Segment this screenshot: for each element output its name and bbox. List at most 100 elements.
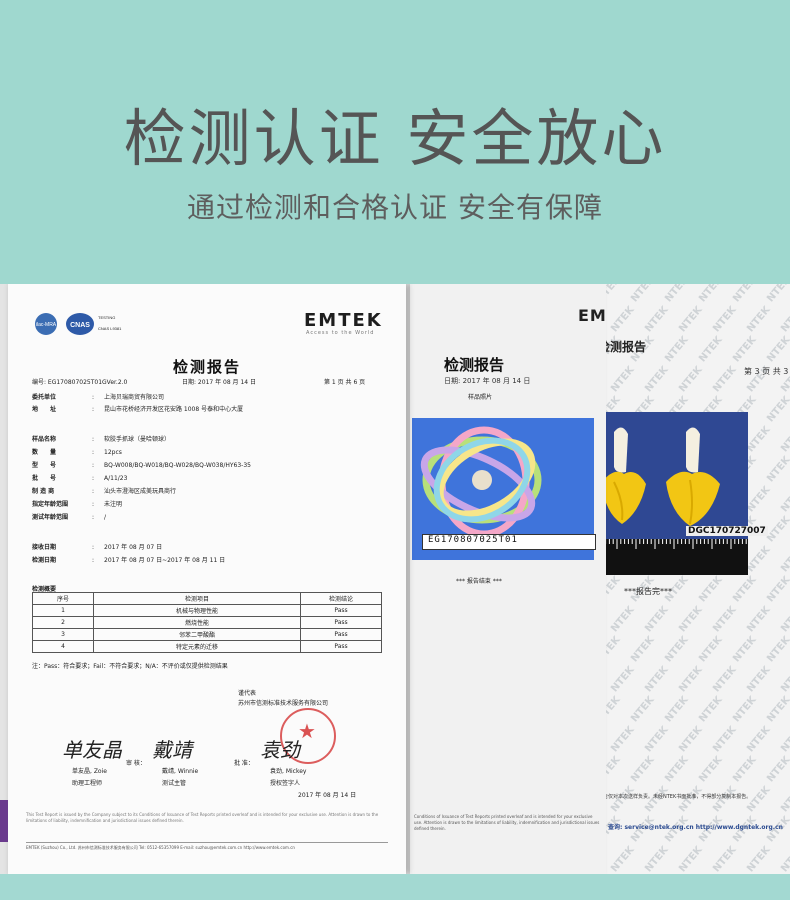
cnas-number: CNAS L9381 <box>98 326 122 331</box>
watermark-text: NTEK <box>765 574 790 605</box>
watermark-text: NTEK <box>711 844 739 874</box>
watermark-text: NTEK <box>663 634 691 665</box>
field-value: BQ-W008/BQ-W018/BQ-W028/BQ-W038/HY63-35 <box>104 462 251 469</box>
handwritten-signature: 戴靖 <box>152 738 192 762</box>
watermark-text: NTEK <box>711 604 739 635</box>
table-header: 序号 <box>32 592 94 605</box>
report-field: 指定年龄范围: 未注明 <box>32 499 122 508</box>
watermark-text: NTEK <box>643 364 671 395</box>
watermark-text: NTEK <box>697 754 725 785</box>
watermark-text: NTEK <box>779 724 790 755</box>
watermark-text: NTEK <box>731 334 759 365</box>
report-end-mark: *** 报告结束 *** <box>456 578 502 585</box>
report-field: 地 址: 昆山市花桥经济开发区花安路 1008 号泰和中心大厦 <box>32 404 243 413</box>
watermark-text: NTEK <box>745 304 773 335</box>
field-value: 未注明 <box>104 501 123 508</box>
watermark-text: NTEK <box>643 724 671 755</box>
emtek-logo: EMTEK <box>304 310 383 331</box>
field-key: 测试年龄范围 <box>32 514 69 521</box>
field-colon: : <box>92 475 95 482</box>
bottom-band <box>0 874 790 900</box>
field-colon: : <box>92 501 95 508</box>
field-value: / <box>104 514 107 521</box>
watermark-text: NTEK <box>677 724 705 755</box>
watermark-text: NTEK <box>711 364 739 395</box>
watermark-text: NTEK <box>779 604 790 635</box>
table-cell: 3 <box>32 628 94 641</box>
table-cell: 燃烧性能 <box>93 616 301 629</box>
report-field: 测试年龄范围: / <box>32 512 106 521</box>
watermark-text: NTEK <box>677 364 705 395</box>
watermark-text: NTEK <box>697 284 725 305</box>
watermark-text: NTEK <box>609 364 637 395</box>
signer-role: 测试主管 <box>162 780 187 787</box>
watermark-text: NTEK <box>643 304 671 335</box>
field-key: 指定年龄范围 <box>32 501 69 508</box>
watermark-text: NTEK <box>643 844 671 874</box>
watermark-text: NTEK <box>677 604 705 635</box>
accreditation-logos: ilac-MRA CNAS TESTING CNAS L9381 <box>34 310 144 342</box>
field-value: 软胶手抓球（曼哈顿球） <box>104 436 171 443</box>
field-colon: : <box>92 449 95 456</box>
table-cell: 2 <box>32 616 94 629</box>
sign-date: 2017 年 08 月 14 日 <box>298 792 357 799</box>
watermark-text: NTEK <box>779 544 790 575</box>
watermark-text: NTEK <box>663 284 691 305</box>
watermark-text: NTEK <box>643 664 671 695</box>
watermark-text: NTEK <box>643 604 671 635</box>
signer-role: 助理工程师 <box>72 780 103 787</box>
table-row: 4 特定元素的迁移 Pass <box>32 640 382 653</box>
signer-name: 袁劲, Mickey <box>270 768 307 775</box>
handwritten-signature: 单友晶 <box>62 738 122 762</box>
watermark-text: NTEK <box>731 754 759 785</box>
watermark-text: NTEK <box>779 664 790 695</box>
report-field: 数 量: 12pcs <box>32 447 122 456</box>
watermark-text: NTEK <box>677 844 705 874</box>
page-counter: 第 3 页 共 3 页 <box>744 367 790 376</box>
report-field: 制 造 商: 汕头市澄海区成美玩具商行 <box>32 486 176 495</box>
watermark-text: NTEK <box>677 664 705 695</box>
report-field: 检测日期: 2017 年 08 月 07 日~2017 年 08 月 11 日 <box>32 555 225 564</box>
field-key: 样品名称 <box>32 436 57 443</box>
watermark-text: NTEK <box>731 574 759 605</box>
report-number: 编号: EG170807025T01GVer.2.0 <box>32 379 128 386</box>
page-subtitle: 通过检测和合格认证 安全有保障 <box>187 191 603 224</box>
table-row: 3 邻苯二甲酸酯 Pass <box>32 628 382 641</box>
watermark-text: NTEK <box>779 304 790 335</box>
seal-star-icon: ★ <box>298 719 316 743</box>
watermark-text: NTEK <box>711 664 739 695</box>
watermark-text: NTEK <box>765 284 790 305</box>
watermark-text: NTEK <box>745 724 773 755</box>
field-key: 委托单位 <box>32 394 57 401</box>
field-colon: : <box>92 406 95 413</box>
table-cell: Pass <box>300 640 382 653</box>
watermark-text: NTEK <box>765 394 790 425</box>
report-end-mark: ***报告完*** <box>624 587 672 596</box>
table-cell: 4 <box>32 640 94 653</box>
watermark-text: NTEK <box>731 634 759 665</box>
watermark-text: NTEK <box>765 514 790 545</box>
field-colon: : <box>92 436 95 443</box>
signer-prefix: 审 核： <box>126 760 146 767</box>
field-value: 昆山市花桥经济开发区花安路 1008 号泰和中心大厦 <box>104 406 244 413</box>
field-value: 汕头市澄海区成美玩具商行 <box>104 488 177 495</box>
table-cell: 邻苯二甲酸酯 <box>93 628 301 641</box>
field-key: 制 造 商 <box>32 488 55 495</box>
table-cell: Pass <box>300 628 382 641</box>
field-colon: : <box>92 557 95 564</box>
field-key: 批 号 <box>32 475 57 482</box>
handwritten-signature: 袁劲 <box>260 738 300 762</box>
report-title: 检测报告 <box>172 358 241 376</box>
brand-logo: EM <box>578 306 607 325</box>
binder-tab <box>0 800 8 842</box>
field-value: 2017 年 08 月 07 日 <box>104 544 163 551</box>
table-cell: 特定元素的迁移 <box>93 640 301 653</box>
field-key: 接收日期 <box>32 544 57 551</box>
watermark-text: NTEK <box>731 284 759 305</box>
report-date: 日期: 2017 年 08 月 14 日 <box>182 379 257 386</box>
summary-note: 注：Pass：符合要求；Fail：不符合要求；N/A：不评价或仅提供检测结果 <box>32 663 228 670</box>
watermark-text: NTEK <box>697 634 725 665</box>
watermark-text: NTEK <box>609 724 637 755</box>
field-key: 地 址 <box>32 406 57 413</box>
cnas-logo-text: CNAS <box>70 322 90 329</box>
